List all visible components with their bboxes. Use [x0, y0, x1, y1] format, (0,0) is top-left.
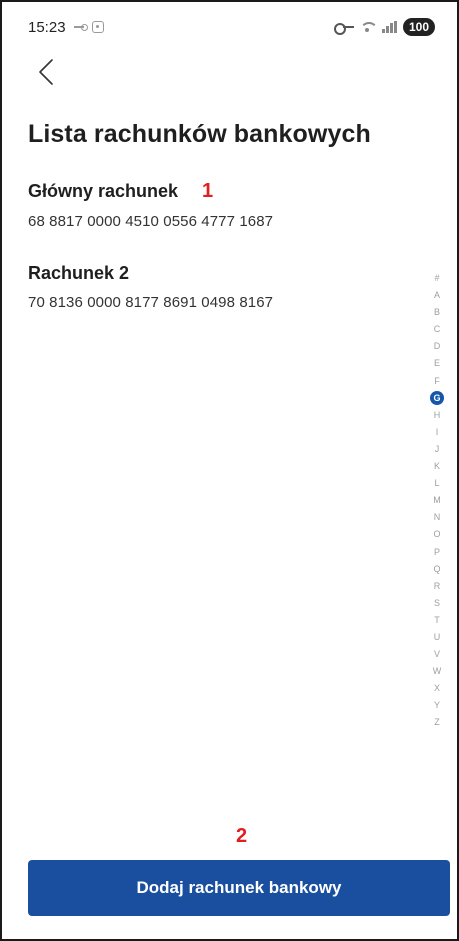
alphabet-index-letter[interactable]: H: [426, 407, 448, 424]
alphabet-index-letter[interactable]: Y: [426, 697, 448, 714]
alphabet-index-letter-text: Q: [433, 563, 441, 574]
alphabet-index-letter-text: B: [433, 307, 440, 318]
alphabet-index-letter[interactable]: W: [426, 663, 448, 680]
alphabet-index-letter-text: E: [433, 358, 440, 369]
alphabet-index-letter-text: K: [433, 461, 440, 472]
alphabet-index-letter[interactable]: T: [426, 612, 448, 629]
alphabet-index-letter-text: U: [433, 631, 441, 642]
alphabet-index-letter[interactable]: K: [426, 458, 448, 475]
alphabet-index-letter[interactable]: R: [426, 578, 448, 595]
account-item-2[interactable]: Rachunek 2 70 8136 0000 8177 8691 0498 8…: [28, 263, 273, 311]
alphabet-index-letter-text: H: [433, 409, 441, 420]
back-button[interactable]: [28, 54, 64, 90]
status-notification-icons: [73, 21, 104, 33]
page-title: Lista rachunków bankowych: [28, 120, 371, 148]
battery-icon: 100: [402, 18, 435, 36]
alphabet-index-letter-text: J: [434, 443, 440, 454]
add-bank-account-button[interactable]: Dodaj rachunek bankowy: [28, 860, 450, 916]
alphabet-index-letter-text: R: [433, 580, 441, 591]
alphabet-index-letter-text: G: [430, 390, 444, 405]
alphabet-index-letter-text: M: [433, 495, 441, 506]
alphabet-index-letter-text: I: [435, 426, 439, 437]
key-icon: [73, 23, 88, 31]
account-number: 68 8817 0000 4510 0556 4777 1687: [28, 213, 274, 230]
vpn-key-icon: [334, 22, 355, 35]
alphabet-index-letter-text: F: [434, 375, 440, 386]
alphabet-index-letter-text: C: [433, 324, 441, 335]
alphabet-index-letter-text: D: [433, 341, 441, 352]
alphabet-index-letter-text: N: [433, 512, 441, 523]
alphabet-index-letter[interactable]: #: [426, 270, 448, 287]
alphabet-index-letter[interactable]: P: [426, 544, 448, 561]
account-item-main[interactable]: Główny rachunek 1 68 8817 0000 4510 0556…: [28, 180, 273, 230]
signal-icon: [382, 21, 397, 33]
alphabet-index-letter[interactable]: M: [426, 492, 448, 509]
account-name-row: Rachunek 2: [28, 263, 273, 284]
annotation-marker-2: 2: [236, 825, 248, 847]
alphabet-index-letter[interactable]: B: [426, 304, 448, 321]
alphabet-index-letter[interactable]: X: [426, 680, 448, 697]
status-bar: 15:23 100: [28, 14, 435, 40]
status-right-group: 100: [334, 18, 435, 36]
alphabet-index-letter-text: A: [433, 290, 440, 301]
alphabet-index-letter[interactable]: L: [426, 475, 448, 492]
alphabet-index-letter[interactable]: N: [426, 509, 448, 526]
account-name: Główny rachunek: [28, 181, 179, 201]
alphabet-index-letter[interactable]: S: [426, 595, 448, 612]
app-screen: 15:23 100 Lista rachunków bankowych Głów…: [0, 0, 459, 941]
alphabet-index-letter[interactable]: G: [426, 390, 448, 407]
wifi-icon: [360, 20, 377, 34]
alphabet-index-letter-text: O: [433, 529, 441, 540]
alphabet-index-letter[interactable]: O: [426, 526, 448, 543]
alphabet-index-letter-text: #: [434, 273, 440, 283]
alphabet-index-letter-text: V: [433, 649, 440, 660]
alphabet-index-letter[interactable]: D: [426, 338, 448, 355]
alphabet-index-letter[interactable]: V: [426, 646, 448, 663]
alphabet-index-letter[interactable]: E: [426, 355, 448, 372]
screen-record-icon: [91, 21, 104, 33]
alphabet-index-letter-text: T: [434, 614, 440, 625]
alphabet-index-letter-text: Y: [433, 700, 440, 711]
account-name-row: Główny rachunek 1: [28, 180, 273, 203]
alphabet-index-letter-text: X: [433, 683, 440, 694]
alphabet-index[interactable]: # A B C D E F G H I J K L M N O P Q R S T U V W X Y Z: [426, 270, 448, 732]
account-number: 70 8136 0000 8177 8691 0498 8167: [28, 294, 274, 311]
chevron-left-icon: [39, 59, 53, 85]
alphabet-index-letter[interactable]: F: [426, 373, 448, 390]
alphabet-index-letter-text: S: [433, 597, 440, 608]
alphabet-index-letter[interactable]: U: [426, 629, 448, 646]
alphabet-index-letter-text: W: [432, 666, 442, 677]
account-name: Rachunek 2: [28, 263, 130, 283]
status-time: 15:23: [28, 18, 66, 36]
alphabet-index-letter[interactable]: J: [426, 441, 448, 458]
alphabet-index-letter[interactable]: Z: [426, 714, 448, 731]
alphabet-index-letter[interactable]: I: [426, 424, 448, 441]
alphabet-index-letter[interactable]: Q: [426, 561, 448, 578]
alphabet-index-letter[interactable]: C: [426, 321, 448, 338]
alphabet-index-letter-text: L: [434, 478, 440, 489]
alphabet-index-letter[interactable]: A: [426, 287, 448, 304]
annotation-marker-1: 1: [202, 180, 214, 202]
alphabet-index-letter-text: P: [433, 546, 440, 557]
alphabet-index-letter-text: Z: [434, 717, 440, 728]
